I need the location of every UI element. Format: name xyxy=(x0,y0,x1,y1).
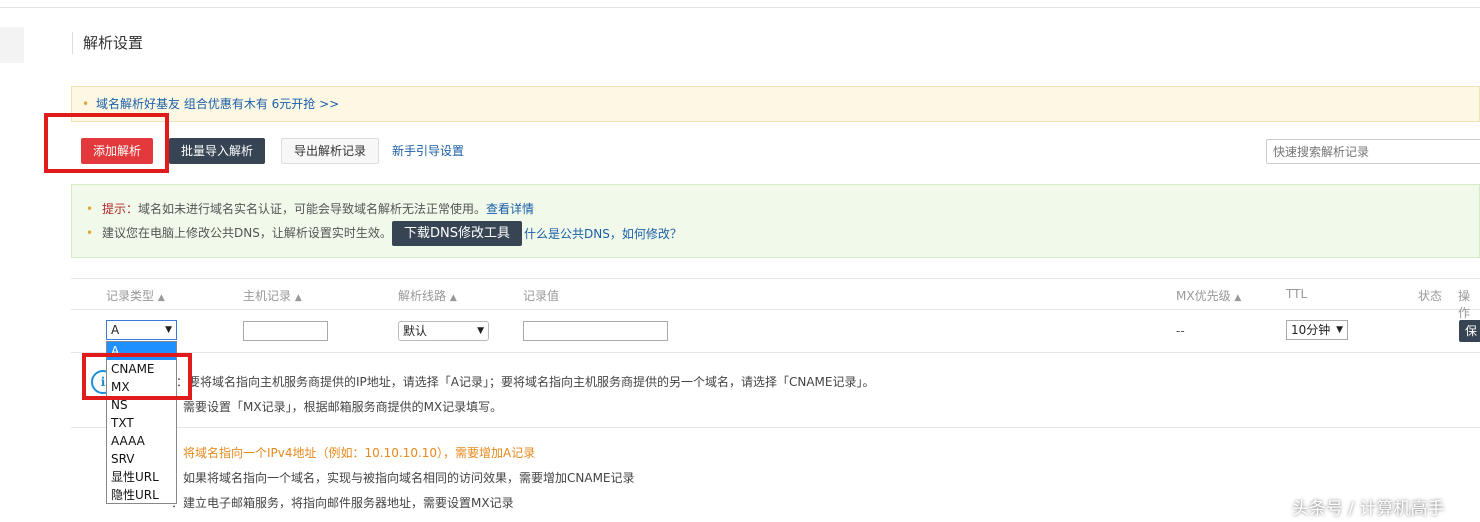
help-line: ：建立电子邮箱服务，将指向邮件服务器地址，需要设置MX记录 xyxy=(171,496,514,510)
bullet-icon: • xyxy=(86,202,94,216)
table-header: 记录类型 ▲ 主机记录 ▲ 解析线路 ▲ 记录值 MX优先级 ▲ TTL 状态 … xyxy=(71,278,1480,320)
guide-link[interactable]: 新手引导设置 xyxy=(392,142,464,159)
page-title: 解析设置 xyxy=(72,32,143,54)
batch-import-button[interactable]: 批量导入解析 xyxy=(169,138,266,164)
type-help: ：将域名指向一个IPv4地址（例如：10.10.10.10），需要增加A记录 ：… xyxy=(0,430,1480,522)
promo-link[interactable]: 域名解析好基友 组合优惠有木有 6元开抢 >> xyxy=(96,97,339,111)
col-line[interactable]: 解析线路 ▲ xyxy=(398,287,457,304)
info-panel: i ：要将域名指向主机服务商提供的IP地址，请选择「A记录」；要将域名指向主机服… xyxy=(71,353,1480,428)
value-input[interactable] xyxy=(523,321,668,341)
dropdown-option[interactable]: TXT xyxy=(107,414,176,432)
host-input[interactable] xyxy=(243,321,328,341)
col-value: 记录值 xyxy=(523,289,560,303)
mx-value: -- xyxy=(1176,324,1185,338)
col-ttl: TTL xyxy=(1286,287,1308,301)
tip-label: 提示： xyxy=(102,202,139,216)
export-button[interactable]: 导出解析记录 xyxy=(281,138,380,164)
help-line: ：将域名指向一个IPv4地址（例如：10.10.10.10），需要增加A记录 xyxy=(171,446,536,460)
dropdown-option[interactable]: 隐性URL xyxy=(107,486,176,504)
watermark: 头条号 / 计算机高手 xyxy=(1292,499,1445,519)
col-mx[interactable]: MX优先级 ▲ xyxy=(1176,287,1241,304)
download-dns-tool-button[interactable]: 下载DNS修改工具 xyxy=(392,221,522,246)
tip-panel: • 提示：域名如未进行域名实名认证，可能会导致域名解析无法正常使用。查看详情 •… xyxy=(71,184,1480,258)
line-select[interactable]: 默认 ▼ xyxy=(398,321,489,341)
save-button[interactable]: 保 xyxy=(1459,320,1480,342)
promo-banner: • 域名解析好基友 组合优惠有木有 6元开抢 >> xyxy=(71,86,1480,122)
dns-tip-text: 建议您在电脑上修改公共DNS，让解析设置实时生效。 xyxy=(102,226,392,240)
dropdown-option[interactable]: SRV xyxy=(107,450,176,468)
search-input[interactable] xyxy=(1266,139,1480,164)
record-type-select[interactable]: A ▼ xyxy=(106,320,177,340)
info-line: ：要将域名指向主机服务商提供的IP地址，请选择「A记录」；要将域名指向主机服务商… xyxy=(176,375,875,389)
help-line: ：如果将域名指向一个域名，实现与被指向域名相同的访问效果，需要增加CNAME记录 xyxy=(171,471,635,485)
bullet-icon: • xyxy=(86,226,94,240)
add-record-button[interactable]: 添加解析 xyxy=(81,138,154,164)
top-divider xyxy=(0,7,1480,8)
col-host[interactable]: 主机记录 ▲ xyxy=(243,287,302,304)
col-type[interactable]: 记录类型 ▲ xyxy=(106,287,165,304)
info-line: ：需要设置「MX记录」，根据邮箱服务商提供的MX记录填写。 xyxy=(171,400,503,414)
ttl-select[interactable]: 10分钟 ▼ xyxy=(1286,320,1348,340)
dropdown-option[interactable]: 显性URL xyxy=(107,468,176,486)
highlight-box xyxy=(82,353,192,400)
dropdown-option[interactable]: AAAA xyxy=(107,432,176,450)
details-link[interactable]: 查看详情 xyxy=(486,202,534,216)
tip-text: 域名如未进行域名实名认证，可能会导致域名解析无法正常使用。 xyxy=(138,202,487,216)
public-dns-link[interactable]: 什么是公共DNS，如何修改？ xyxy=(524,225,682,242)
col-status: 状态 xyxy=(1418,289,1443,303)
sidebar-stub xyxy=(0,27,24,63)
new-record-row: A ▼ 默认 ▼ -- 10分钟 ▼ 保 xyxy=(71,310,1480,353)
